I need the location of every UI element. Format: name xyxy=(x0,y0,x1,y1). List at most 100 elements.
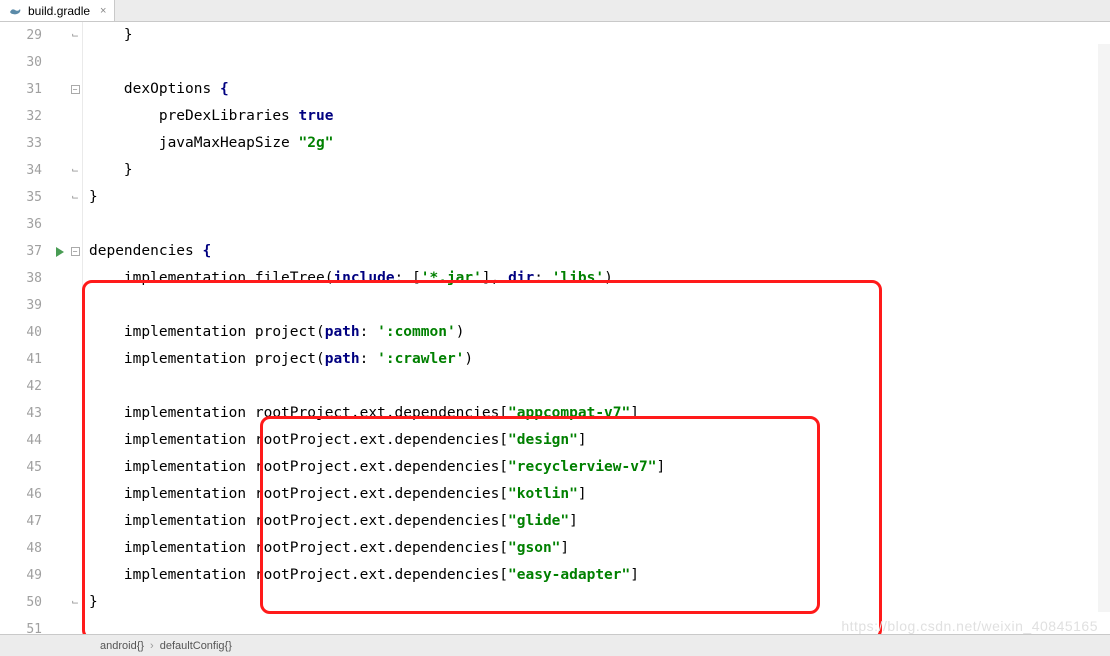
breadcrumb-item[interactable]: android{} xyxy=(100,640,144,652)
code-line[interactable]: implementation rootProject.ext.dependenc… xyxy=(83,508,1110,535)
run-gutter-cell xyxy=(52,373,68,400)
code-line[interactable]: } xyxy=(83,22,1110,49)
fold-gutter-cell xyxy=(68,400,82,427)
line-number: 45 xyxy=(0,454,42,481)
line-number: 50 xyxy=(0,589,42,616)
line-number: 37 xyxy=(0,238,42,265)
run-gutter-cell xyxy=(52,508,68,535)
fold-gutter-cell xyxy=(68,562,82,589)
run-gutter-cell xyxy=(52,454,68,481)
run-gutter-cell xyxy=(52,211,68,238)
fold-gutter-cell xyxy=(68,265,82,292)
code-line[interactable]: dependencies { xyxy=(83,238,1110,265)
line-number: 42 xyxy=(0,373,42,400)
code-line[interactable]: implementation rootProject.ext.dependenc… xyxy=(83,454,1110,481)
code-line[interactable]: implementation project(path: ':crawler') xyxy=(83,346,1110,373)
line-number: 46 xyxy=(0,481,42,508)
run-gutter-cell xyxy=(52,184,68,211)
run-icon[interactable] xyxy=(56,247,64,257)
line-number: 32 xyxy=(0,103,42,130)
fold-gutter-cell xyxy=(68,535,82,562)
code-line[interactable]: javaMaxHeapSize "2g" xyxy=(83,130,1110,157)
line-number: 40 xyxy=(0,319,42,346)
run-gutter xyxy=(52,22,68,634)
editor-area: 2930313233343536373839404142434445464748… xyxy=(0,22,1110,634)
line-number: 41 xyxy=(0,346,42,373)
run-gutter-cell xyxy=(52,292,68,319)
fold-gutter-cell xyxy=(68,49,82,76)
fold-collapse-icon[interactable]: − xyxy=(71,85,80,94)
breadcrumb-item[interactable]: defaultConfig{} xyxy=(160,640,232,652)
run-gutter-cell xyxy=(52,319,68,346)
line-number: 38 xyxy=(0,265,42,292)
fold-gutter-cell xyxy=(68,130,82,157)
fold-gutter-cell[interactable]: ⌐ xyxy=(68,589,82,616)
run-gutter-cell xyxy=(52,481,68,508)
fold-gutter-cell[interactable]: ⌐ xyxy=(68,157,82,184)
line-number: 48 xyxy=(0,535,42,562)
run-gutter-cell xyxy=(52,589,68,616)
line-number: 35 xyxy=(0,184,42,211)
fold-gutter-cell[interactable]: ⌐ xyxy=(68,22,82,49)
fold-gutter-cell[interactable]: − xyxy=(68,238,82,265)
code-line[interactable]: } xyxy=(83,184,1110,211)
run-gutter-cell xyxy=(52,103,68,130)
run-gutter-cell xyxy=(52,400,68,427)
fold-gutter-cell[interactable]: − xyxy=(68,76,82,103)
vertical-scrollbar[interactable] xyxy=(1098,44,1110,612)
line-number: 39 xyxy=(0,292,42,319)
line-number: 29 xyxy=(0,22,42,49)
code-line[interactable] xyxy=(83,292,1110,319)
fold-gutter-cell xyxy=(68,211,82,238)
code-line[interactable]: preDexLibraries true xyxy=(83,103,1110,130)
line-number: 33 xyxy=(0,130,42,157)
code-line[interactable]: } xyxy=(83,157,1110,184)
tab-label: build.gradle xyxy=(28,4,90,18)
line-number: 44 xyxy=(0,427,42,454)
fold-end-icon: ⌐ xyxy=(72,589,79,616)
line-number: 34 xyxy=(0,157,42,184)
code-line[interactable]: } xyxy=(83,589,1110,616)
line-number-gutter: 2930313233343536373839404142434445464748… xyxy=(0,22,52,634)
fold-gutter-cell xyxy=(68,103,82,130)
fold-collapse-icon[interactable]: − xyxy=(71,247,80,256)
run-gutter-cell xyxy=(52,157,68,184)
run-gutter-cell xyxy=(52,427,68,454)
breadcrumb: android{} › defaultConfig{} xyxy=(0,634,1110,656)
tab-build-gradle[interactable]: build.gradle × xyxy=(0,0,115,21)
run-gutter-cell xyxy=(52,346,68,373)
chevron-right-icon: › xyxy=(150,640,154,652)
tab-bar: build.gradle × xyxy=(0,0,1110,22)
fold-end-icon: ⌐ xyxy=(72,184,79,211)
run-gutter-cell xyxy=(52,265,68,292)
line-number: 30 xyxy=(0,49,42,76)
run-gutter-cell xyxy=(52,49,68,76)
code-line[interactable] xyxy=(83,49,1110,76)
close-icon[interactable]: × xyxy=(100,5,106,17)
code-line[interactable]: dexOptions { xyxy=(83,76,1110,103)
line-number: 43 xyxy=(0,400,42,427)
run-gutter-cell[interactable] xyxy=(52,238,68,265)
line-number: 36 xyxy=(0,211,42,238)
code-line[interactable]: implementation rootProject.ext.dependenc… xyxy=(83,535,1110,562)
run-gutter-cell xyxy=(52,76,68,103)
fold-gutter: ⌐−⌐⌐−⌐ xyxy=(68,22,82,634)
fold-gutter-cell xyxy=(68,292,82,319)
code-line[interactable]: implementation fileTree(include: ['*.jar… xyxy=(83,265,1110,292)
code-line[interactable]: implementation project(path: ':common') xyxy=(83,319,1110,346)
code-line[interactable]: implementation rootProject.ext.dependenc… xyxy=(83,481,1110,508)
code-line[interactable]: implementation rootProject.ext.dependenc… xyxy=(83,400,1110,427)
fold-gutter-cell xyxy=(68,481,82,508)
run-gutter-cell xyxy=(52,130,68,157)
fold-gutter-cell xyxy=(68,454,82,481)
fold-end-icon: ⌐ xyxy=(72,22,79,49)
code-line[interactable]: implementation rootProject.ext.dependenc… xyxy=(83,562,1110,589)
fold-end-icon: ⌐ xyxy=(72,157,79,184)
code-line[interactable] xyxy=(83,373,1110,400)
code-line[interactable] xyxy=(83,211,1110,238)
code-line[interactable]: implementation rootProject.ext.dependenc… xyxy=(83,427,1110,454)
fold-gutter-cell xyxy=(68,373,82,400)
fold-gutter-cell[interactable]: ⌐ xyxy=(68,184,82,211)
line-number: 47 xyxy=(0,508,42,535)
code-content[interactable]: } dexOptions { preDexLibraries true java… xyxy=(82,22,1110,634)
